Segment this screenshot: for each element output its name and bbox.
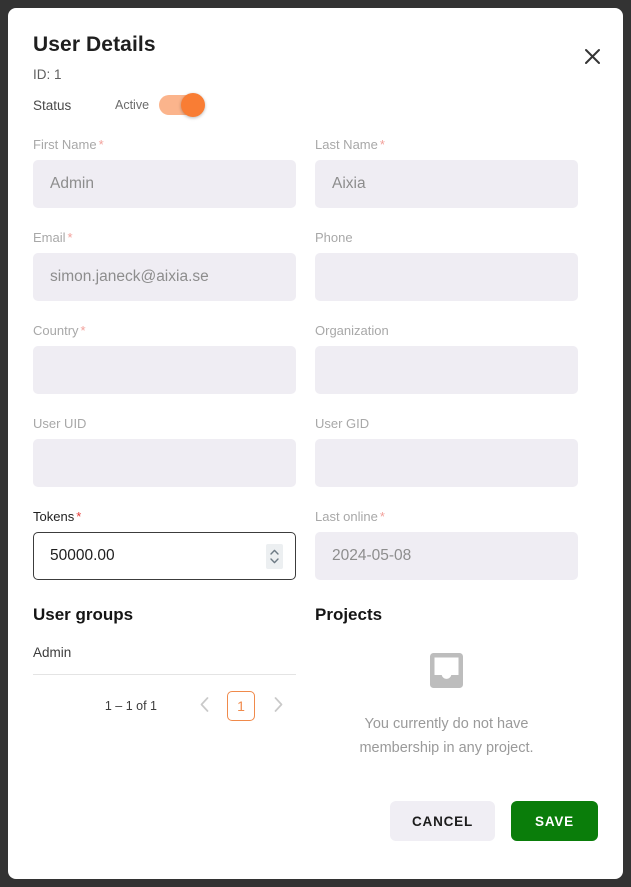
field-first-name: First Name * Admin bbox=[33, 137, 296, 208]
required-marker: * bbox=[67, 230, 73, 245]
user-groups-paginator: 1 – 1 of 1 1 bbox=[33, 691, 296, 721]
inbox-icon bbox=[427, 652, 466, 694]
projects-title: Projects bbox=[315, 605, 383, 624]
country-input[interactable] bbox=[33, 346, 296, 394]
field-label-last-online: Last online * bbox=[315, 509, 385, 524]
sections: User groups Admin 1 – 1 of 1 1 Projects … bbox=[33, 604, 598, 760]
user-groups-section: User groups Admin 1 – 1 of 1 1 bbox=[33, 604, 296, 760]
tokens-value: 50000.00 bbox=[50, 547, 115, 564]
field-user-uid: User UID bbox=[33, 416, 296, 487]
field-user-gid: User GID bbox=[315, 416, 578, 487]
required-marker: * bbox=[76, 509, 82, 524]
field-label-phone: Phone bbox=[315, 230, 353, 245]
tokens-input[interactable]: 50000.00 bbox=[33, 532, 296, 580]
field-label-country: Country * bbox=[33, 323, 86, 338]
save-button[interactable]: SAVE bbox=[511, 801, 598, 841]
field-label-organization: Organization bbox=[315, 323, 389, 338]
field-label-last-name: Last Name * bbox=[315, 137, 385, 152]
required-marker: * bbox=[80, 323, 86, 338]
field-phone: Phone bbox=[315, 230, 578, 301]
user-uid-input[interactable] bbox=[33, 439, 296, 487]
user-groups-table: Admin bbox=[33, 639, 296, 675]
paginator-range-label: 1 – 1 of 1 bbox=[104, 699, 157, 713]
chevron-left-icon bbox=[200, 697, 209, 715]
organization-input[interactable] bbox=[315, 346, 578, 394]
field-label-user-uid: User UID bbox=[33, 416, 87, 431]
tokens-stepper[interactable] bbox=[266, 543, 283, 569]
first-name-input[interactable]: Admin bbox=[33, 160, 296, 208]
user-details-dialog: User Details ID: 1 Status Active First N… bbox=[8, 8, 623, 879]
status-toggle[interactable] bbox=[159, 93, 206, 117]
paginator-previous-button[interactable] bbox=[191, 693, 217, 719]
cancel-button[interactable]: CANCEL bbox=[389, 801, 496, 841]
field-last-online: Last online * 2024-05-08 bbox=[315, 509, 578, 580]
user-gid-input[interactable] bbox=[315, 439, 578, 487]
status-value: Active bbox=[115, 98, 150, 112]
paginator-next-button[interactable] bbox=[265, 693, 291, 719]
projects-empty-state: You currently do not have membership in … bbox=[315, 652, 578, 760]
status-row: Status Active bbox=[33, 93, 598, 117]
chevron-down-icon bbox=[270, 557, 279, 563]
field-country: Country * bbox=[33, 323, 296, 394]
email-input[interactable]: simon.janeck@aixia.se bbox=[33, 253, 296, 301]
phone-input[interactable] bbox=[315, 253, 578, 301]
projects-empty-message: You currently do not have membership in … bbox=[359, 716, 534, 756]
close-icon bbox=[584, 48, 601, 65]
chevron-right-icon bbox=[274, 697, 283, 715]
user-groups-title: User groups bbox=[33, 605, 134, 624]
user-form: First Name * Admin Last Name * Aixia Email… bbox=[33, 137, 598, 602]
field-email: Email * simon.janeck@aixia.se bbox=[33, 230, 296, 301]
last-online-input[interactable]: 2024-05-08 bbox=[315, 532, 578, 580]
close-button[interactable] bbox=[578, 42, 606, 70]
field-tokens: Tokens * 50000.00 bbox=[33, 509, 296, 580]
projects-section: Projects You currently do not have membe… bbox=[315, 604, 578, 760]
field-organization: Organization bbox=[315, 323, 578, 394]
status-label: Status bbox=[33, 97, 72, 113]
user-id-label: ID: 1 bbox=[33, 67, 62, 82]
field-label-user-gid: User GID bbox=[315, 416, 370, 431]
field-label-email: Email * bbox=[33, 230, 73, 245]
field-last-name: Last Name * Aixia bbox=[315, 137, 578, 208]
table-row[interactable]: Admin bbox=[33, 639, 296, 675]
dialog-footer: CANCEL SAVE bbox=[33, 801, 598, 841]
last-name-input[interactable]: Aixia bbox=[315, 160, 578, 208]
required-marker: * bbox=[379, 509, 385, 524]
field-label-first-name: First Name * bbox=[33, 137, 104, 152]
chevron-up-icon bbox=[270, 549, 279, 555]
field-label-tokens: Tokens * bbox=[33, 509, 82, 524]
paginator-page-1-button[interactable]: 1 bbox=[227, 691, 255, 721]
required-marker: * bbox=[98, 137, 104, 152]
required-marker: * bbox=[379, 137, 385, 152]
toggle-knob bbox=[181, 93, 206, 117]
page-title: User Details bbox=[33, 33, 156, 56]
